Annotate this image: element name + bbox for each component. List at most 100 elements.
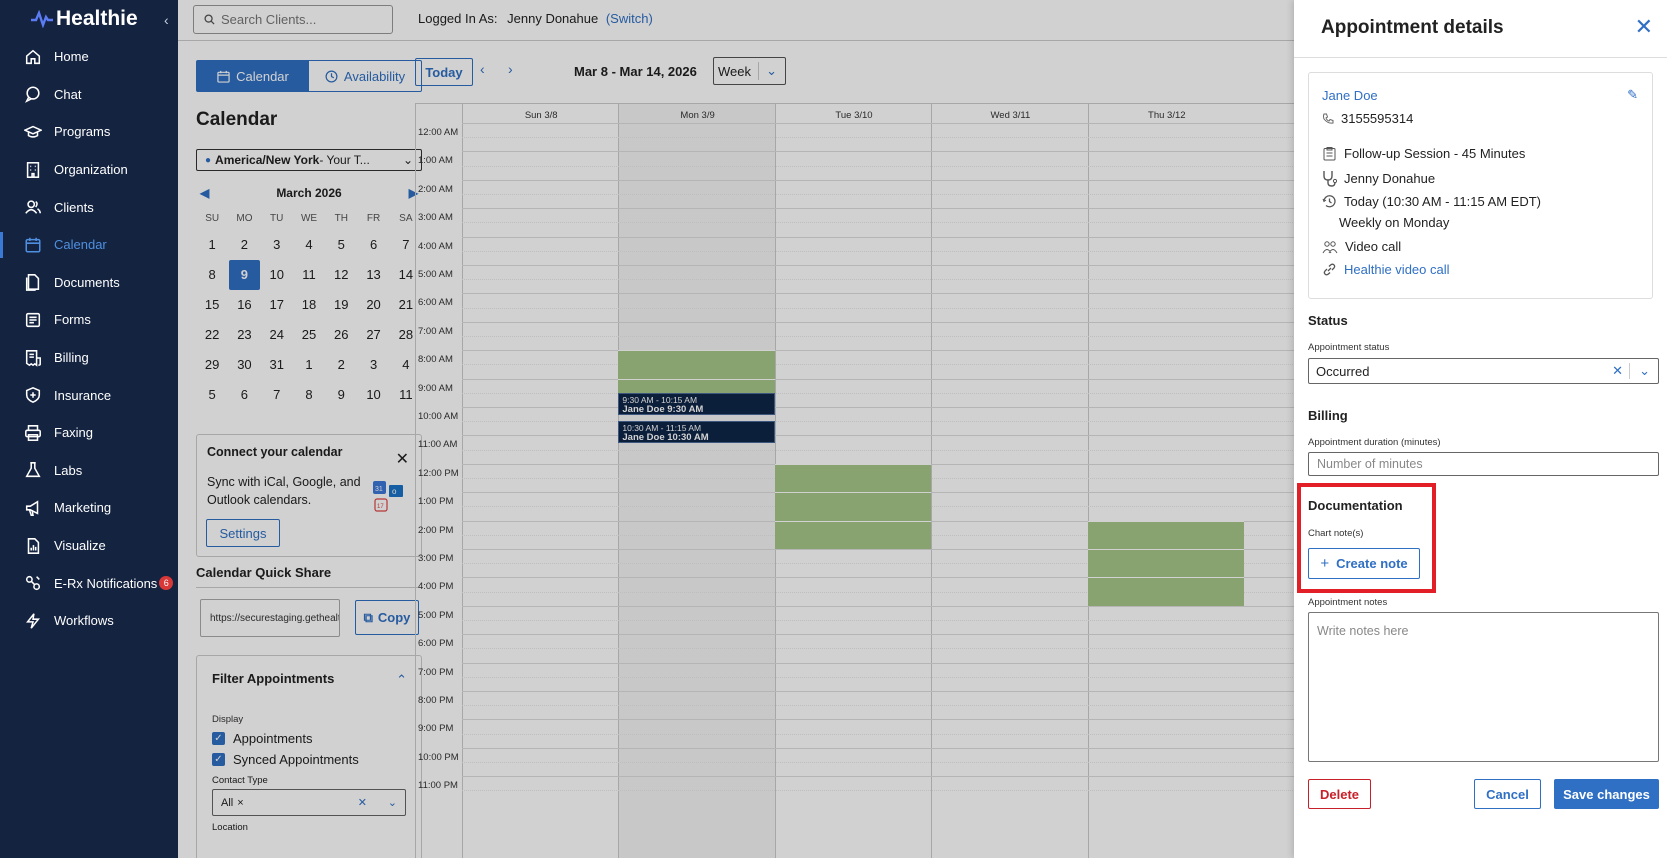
sidebar-item-label: Calendar (54, 237, 107, 253)
sidebar-item-labs[interactable]: Labs (0, 452, 178, 490)
chart-notes-label: Chart note(s) (1308, 528, 1364, 539)
save-changes-button[interactable]: Save changes (1554, 779, 1659, 809)
brand-name: Healthie (56, 7, 138, 30)
insurance-icon (25, 387, 41, 404)
client-name-link[interactable]: Jane Doe (1322, 88, 1378, 103)
clear-icon[interactable]: ✕ (1612, 363, 1623, 379)
video-call-link[interactable]: Healthie video call (1344, 262, 1450, 277)
sidebar-item-chat[interactable]: Chat (0, 76, 178, 114)
appointment-notes-textarea[interactable]: Write notes here (1308, 612, 1659, 762)
provider-row: Jenny Donahue (1322, 170, 1435, 187)
sidebar-item-label: Organization (54, 162, 128, 178)
session-row: Follow-up Session - 45 Minutes (1322, 146, 1525, 161)
appointment-details-panel: Appointment details ✕ Jane Doe ✎ 3155595… (1294, 0, 1667, 858)
appointment-recurrence: Weekly on Monday (1339, 215, 1450, 230)
sidebar-item-documents[interactable]: Documents (0, 264, 178, 302)
close-icon[interactable]: ✕ (1635, 14, 1653, 40)
divider (1294, 57, 1667, 58)
home-icon (25, 49, 41, 64)
appointment-status-select[interactable]: Occurred ✕ ⌄ (1308, 358, 1659, 384)
sidebar-item-home[interactable]: Home (0, 38, 178, 76)
sidebar-item-calendar[interactable]: Calendar (0, 226, 178, 264)
sidebar-item-label: Insurance (54, 387, 112, 403)
collapse-sidebar-icon[interactable]: ‹ (164, 12, 169, 28)
appointment-type: Follow-up Session - 45 Minutes (1344, 146, 1526, 161)
provider-name: Jenny Donahue (1344, 171, 1436, 186)
appointment-time: Today (10:30 AM - 11:15 AM EDT) (1344, 194, 1542, 209)
sidebar-item-label: Forms (54, 312, 91, 328)
sidebar-item-billing[interactable]: Billing (0, 339, 178, 377)
sidebar-item-faxing[interactable]: Faxing (0, 414, 178, 452)
client-phone: 3155595314 (1341, 111, 1414, 126)
recurring-clock-icon (1322, 195, 1336, 208)
sidebar-item-label: Documents (54, 274, 120, 290)
sidebar-item-erx-notifications[interactable]: E-Rx Notifications 6 (0, 564, 178, 602)
healthie-logo[interactable]: Healthie (30, 6, 138, 32)
contact-type: Video call (1345, 239, 1402, 254)
link-icon (1323, 263, 1336, 276)
phone-row: 3155595314 (1322, 111, 1413, 126)
programs-icon (24, 125, 42, 138)
sidebar-item-label: Billing (54, 350, 89, 366)
create-note-button[interactable]: + Create note (1308, 548, 1420, 579)
labs-icon (25, 462, 41, 478)
status-label: Appointment status (1308, 342, 1390, 353)
status-value: Occurred (1316, 363, 1370, 379)
sidebar-item-organization[interactable]: Organization (0, 151, 178, 189)
clients-icon (25, 200, 41, 214)
marketing-icon (25, 500, 39, 516)
sidebar-item-insurance[interactable]: Insurance (0, 376, 178, 414)
workflows-icon (26, 613, 40, 629)
sidebar-item-label: Workflows (54, 613, 114, 629)
notification-badge: 6 (159, 576, 174, 591)
sidebar-item-visualize[interactable]: Visualize (0, 527, 178, 565)
clipboard-icon (1323, 147, 1336, 161)
appointment-duration-input[interactable]: Number of minutes (1308, 452, 1659, 476)
billing-icon (25, 349, 41, 367)
organization-icon (26, 161, 40, 178)
sidebar-item-label: Home (54, 49, 89, 65)
contact-type-row: Video call (1322, 239, 1401, 254)
duration-placeholder: Number of minutes (1317, 457, 1423, 471)
video-people-icon (1322, 240, 1338, 253)
recurrence-row: Weekly on Monday (1339, 215, 1449, 230)
sidebar-item-forms[interactable]: Forms (0, 301, 178, 339)
time-row: Today (10:30 AM - 11:15 AM EDT) (1322, 194, 1541, 209)
status-section-title: Status (1308, 313, 1348, 328)
sidebar-item-marketing[interactable]: Marketing (0, 489, 178, 527)
visualize-icon (27, 537, 40, 554)
erx-icon (25, 576, 41, 591)
sidebar-item-clients[interactable]: Clients (0, 188, 178, 226)
sidebar-item-label: Faxing (54, 425, 94, 441)
edit-icon[interactable]: ✎ (1627, 87, 1638, 103)
sidebar-item-label: Programs (54, 124, 111, 140)
stethoscope-icon (1323, 171, 1337, 187)
sidebar-item-workflows[interactable]: Workflows (0, 602, 178, 640)
cancel-button[interactable]: Cancel (1474, 779, 1541, 809)
sidebar-item-label: Chat (54, 86, 82, 102)
sidebar-item-label: Marketing (54, 500, 112, 516)
delete-button[interactable]: Delete (1308, 779, 1371, 809)
sidebar-nav: Home Chat Programs Organization Clients … (0, 38, 178, 640)
billing-section-title: Billing (1308, 408, 1348, 423)
phone-icon (1323, 113, 1334, 124)
sidebar-item-label: Clients (54, 199, 94, 215)
sidebar-item-label: Labs (54, 462, 83, 478)
forms-icon (25, 312, 41, 328)
video-link-row: Healthie video call (1322, 262, 1450, 277)
panel-title: Appointment details (1321, 17, 1504, 38)
modal-backdrop[interactable] (178, 0, 1294, 858)
notes-placeholder: Write notes here (1317, 624, 1409, 638)
plus-icon: + (1320, 555, 1330, 572)
chat-icon (24, 86, 40, 104)
notes-label: Appointment notes (1308, 597, 1388, 608)
create-note-label: Create note (1336, 556, 1408, 571)
sidebar-item-label: Visualize (54, 538, 106, 554)
sidebar-item-programs[interactable]: Programs (0, 113, 178, 151)
documents-icon (25, 274, 40, 292)
appointment-summary-card: Jane Doe ✎ 3155595314 Follow-up Session … (1308, 72, 1653, 299)
fax-icon (25, 424, 41, 441)
calendar-icon (25, 237, 41, 253)
sidebar: Healthie ‹ Home Chat Programs Organizati… (0, 0, 178, 858)
sidebar-item-label: E-Rx Notifications (54, 575, 158, 591)
